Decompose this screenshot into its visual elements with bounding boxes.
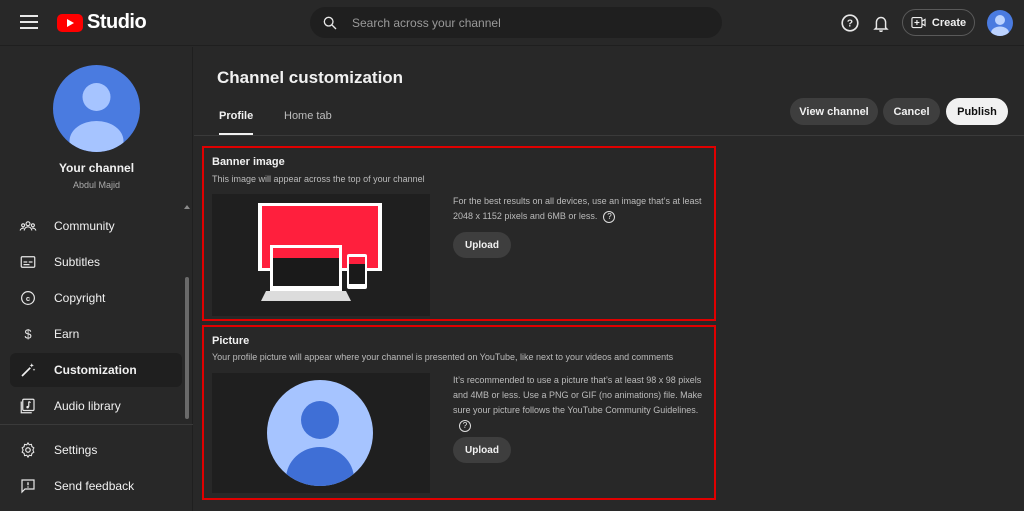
sidebar-item-label: Customization xyxy=(54,363,137,377)
sidebar-item-label: Audio library xyxy=(54,399,121,413)
sidebar-item-customization[interactable]: Customization xyxy=(10,353,182,387)
sidebar-item-community[interactable]: Community xyxy=(10,209,182,243)
cancel-button[interactable]: Cancel xyxy=(883,98,940,125)
picture-upload-button[interactable]: Upload xyxy=(453,437,511,463)
sidebar-item-audio-library[interactable]: Audio library xyxy=(10,389,182,423)
sidebar-item-earn[interactable]: $ Earn xyxy=(10,317,182,351)
sidebar-item-send-feedback[interactable]: Send feedback xyxy=(10,469,182,503)
banner-requirements: For the best results on all devices, use… xyxy=(453,194,708,224)
banner-image-section: Banner image This image will appear acro… xyxy=(202,146,716,321)
create-button[interactable]: Create xyxy=(902,9,975,36)
banner-preview xyxy=(212,194,430,316)
svg-text:c: c xyxy=(26,294,30,303)
channel-name: Abdul Majid xyxy=(72,180,121,190)
gear-icon xyxy=(21,441,35,459)
sidebar-item-settings[interactable]: Settings xyxy=(10,433,182,467)
banner-devices-illustration-icon xyxy=(258,203,382,301)
youtube-studio-logo[interactable]: Studio xyxy=(57,11,147,34)
scroll-up-arrow-icon[interactable] xyxy=(184,205,190,209)
banner-description: This image will appear across the top of… xyxy=(212,174,425,184)
view-channel-button[interactable]: View channel xyxy=(790,98,878,125)
sidebar-item-label: Earn xyxy=(54,327,80,341)
sidebar-item-label: Copyright xyxy=(54,291,106,305)
picture-description: Your profile picture will appear where y… xyxy=(212,352,674,362)
audio-library-icon xyxy=(20,398,35,414)
subtitles-icon xyxy=(20,256,36,268)
account-avatar[interactable] xyxy=(987,10,1013,36)
top-bar: Studio ? Create xyxy=(0,0,1024,46)
feedback-icon xyxy=(21,479,35,494)
search-icon xyxy=(323,16,337,29)
youtube-play-icon xyxy=(57,13,83,32)
logo-text: Studio xyxy=(87,11,147,33)
copyright-icon: c xyxy=(21,291,35,305)
help-circle-icon[interactable]: ? xyxy=(603,210,616,223)
picture-section: Picture Your profile picture will appear… xyxy=(202,325,716,500)
main-content: Channel customization Profile Home tab V… xyxy=(194,47,1024,511)
community-icon xyxy=(19,221,37,231)
sidebar-scrollbar[interactable] xyxy=(185,277,189,419)
help-circle-icon[interactable]: ? xyxy=(459,419,471,432)
publish-button[interactable]: Publish xyxy=(946,98,1008,125)
picture-requirements: It’s recommended to use a picture that’s… xyxy=(453,373,708,433)
your-channel-title[interactable]: Your channel xyxy=(0,161,193,175)
banner-upload-button[interactable]: Upload xyxy=(453,232,511,258)
create-video-icon xyxy=(911,16,926,29)
help-icon[interactable]: ? xyxy=(839,12,861,34)
banner-title: Banner image xyxy=(212,156,285,168)
sidebar-item-label: Send feedback xyxy=(54,479,135,493)
picture-title: Picture xyxy=(212,335,250,347)
tab-home[interactable]: Home tab xyxy=(284,110,332,135)
search-bar[interactable] xyxy=(310,7,722,38)
default-avatar-icon xyxy=(69,83,124,152)
sidebar-item-label: Settings xyxy=(54,443,98,457)
sidebar: Your channel Abdul Majid Community Subti… xyxy=(0,47,193,511)
sidebar-item-subtitles[interactable]: Subtitles xyxy=(10,245,182,279)
page-title: Channel customization xyxy=(217,68,404,87)
create-label: Create xyxy=(931,16,967,29)
tabs-divider xyxy=(194,135,1024,136)
hamburger-menu-icon[interactable] xyxy=(18,12,40,34)
magic-wand-icon xyxy=(21,363,36,377)
channel-avatar[interactable] xyxy=(53,65,140,152)
svg-text:$: $ xyxy=(24,327,31,342)
notifications-bell-icon[interactable] xyxy=(870,12,892,34)
search-input[interactable] xyxy=(352,15,692,30)
dollar-icon: $ xyxy=(24,327,31,342)
svg-text:?: ? xyxy=(847,19,853,30)
banner-info-text: For the best results on all devices, use… xyxy=(453,196,702,221)
picture-info-text: It’s recommended to use a picture that’s… xyxy=(453,375,703,415)
tab-profile[interactable]: Profile xyxy=(219,110,254,135)
default-avatar-icon xyxy=(991,15,1009,36)
sidebar-item-label: Community xyxy=(54,219,115,233)
sidebar-item-label: Subtitles xyxy=(54,255,101,269)
sidebar-item-copyright[interactable]: c Copyright xyxy=(10,281,182,315)
sidebar-divider xyxy=(0,424,193,425)
profile-picture-placeholder-icon xyxy=(267,380,373,486)
picture-preview xyxy=(212,373,430,493)
